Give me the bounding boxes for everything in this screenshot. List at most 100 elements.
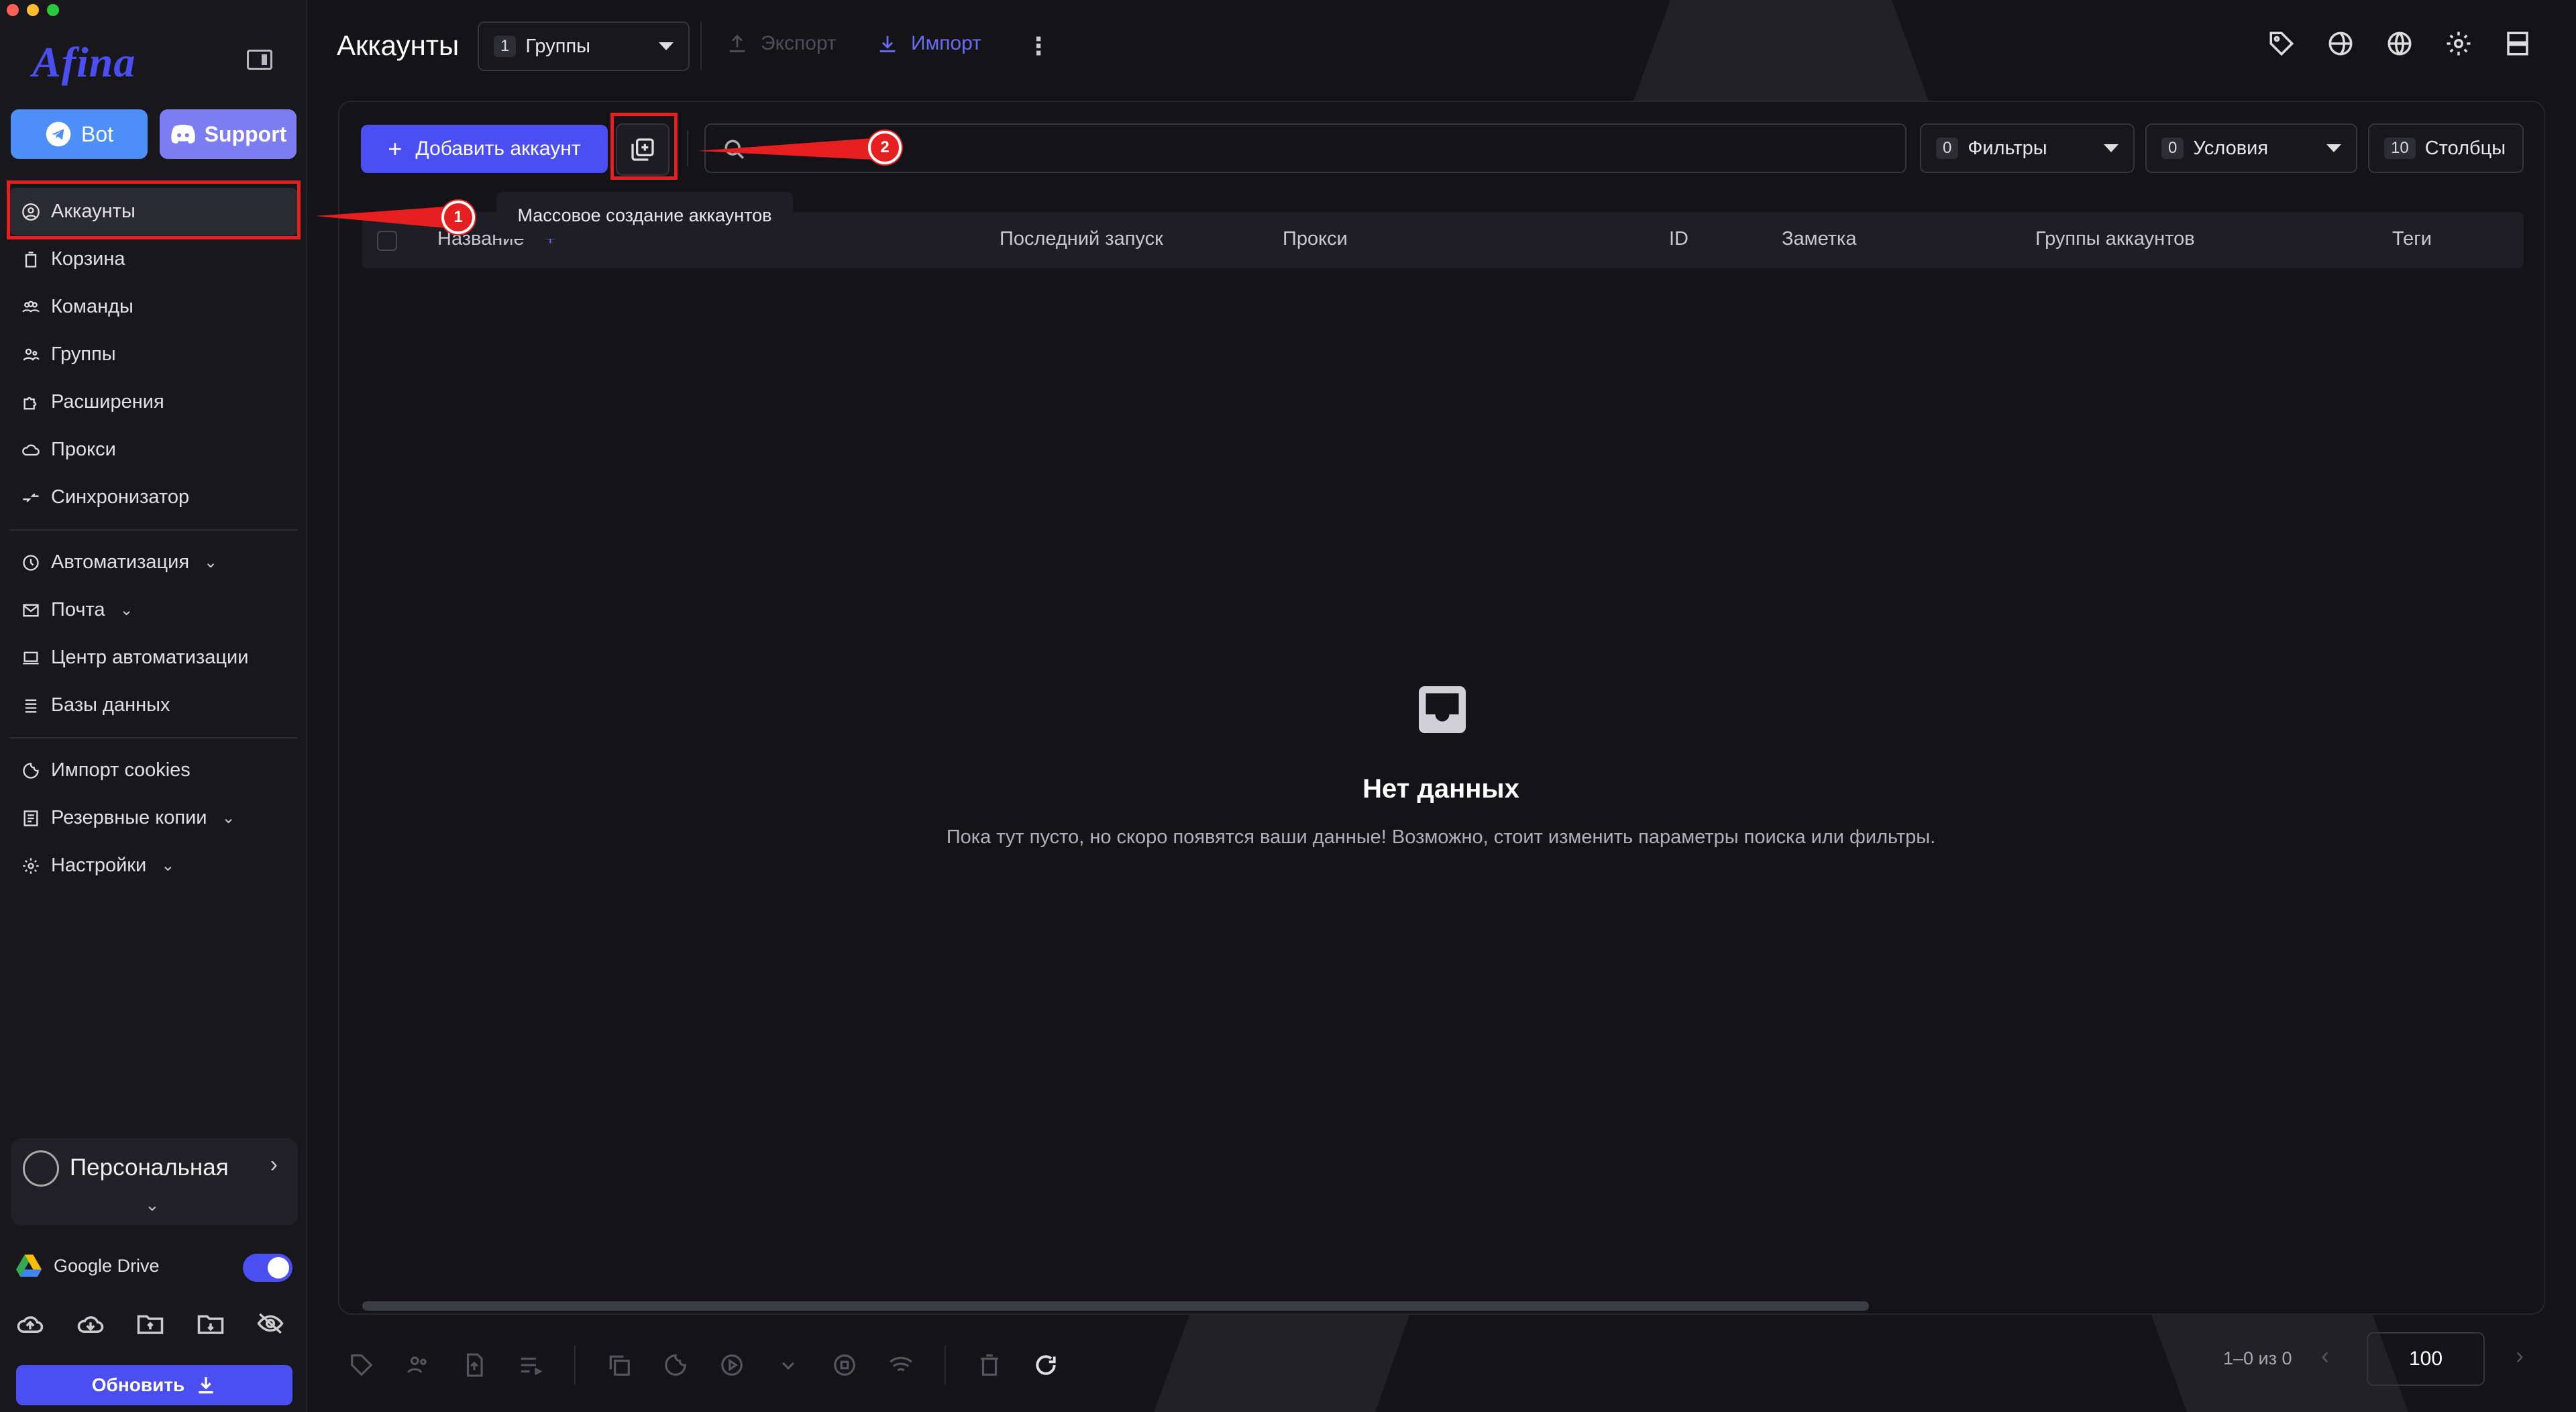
globe-settings-icon[interactable] (2326, 30, 2355, 58)
more-options-icon[interactable]: ⋮ (1026, 32, 1051, 60)
google-drive-row: Google Drive (16, 1254, 160, 1277)
stop-icon[interactable] (832, 1352, 857, 1378)
groups-label: Группы (525, 35, 590, 57)
sidebar-item-automation-center[interactable]: Центр автоматизации (9, 634, 298, 682)
horizontal-scrollbar[interactable] (362, 1301, 1869, 1311)
column-header-note[interactable]: Заметка (1782, 228, 1856, 250)
column-header-account-groups[interactable]: Группы аккаунтов (2035, 228, 2195, 250)
chevron-down-icon[interactable]: ⌄ (145, 1195, 160, 1215)
cloud-upload-icon[interactable] (16, 1311, 44, 1336)
filters-select[interactable]: 0 Фильтры (1920, 123, 2135, 173)
import-button[interactable]: Импорт (876, 32, 981, 55)
close-window-button[interactable] (7, 4, 19, 16)
tag-icon[interactable] (2267, 30, 2296, 58)
trash-icon[interactable] (977, 1352, 1002, 1378)
sidebar-item-mail[interactable]: Почта ⌄ (9, 586, 298, 634)
proxy-check-icon[interactable] (888, 1352, 914, 1378)
add-account-label: Добавить аккаунт (415, 138, 581, 160)
conditions-label: Условия (2193, 137, 2269, 159)
bot-button[interactable]: Bot (11, 109, 148, 159)
sidebar-item-label: Группы (51, 343, 116, 365)
conditions-select[interactable]: 0 Условия (2145, 123, 2357, 173)
backup-icon (23, 810, 38, 826)
sidebar-item-trash[interactable]: Корзина (9, 235, 298, 283)
header-actions (2267, 30, 2532, 58)
sidebar-item-label: Импорт cookies (51, 759, 191, 781)
sidebar-item-databases[interactable]: Базы данных (9, 682, 298, 729)
columns-button[interactable]: 10 Столбцы (2368, 123, 2524, 173)
cookie-icon (23, 762, 39, 779)
collapse-sidebar-icon[interactable] (247, 50, 272, 70)
chevron-right-icon[interactable]: › (270, 1152, 278, 1178)
eye-off-icon[interactable] (256, 1311, 284, 1336)
chevron-down-icon: ⌄ (204, 553, 218, 572)
chevron-down-icon[interactable] (775, 1352, 801, 1378)
sidebar-item-settings[interactable]: Настройки ⌄ (9, 842, 298, 889)
groups-select[interactable]: 1 Группы (478, 21, 690, 71)
trash-icon (25, 251, 37, 268)
puzzle-icon (23, 396, 37, 409)
workspace-name: Персональная (70, 1154, 229, 1181)
groups-count-badge: 1 (494, 36, 517, 57)
window-controls (7, 4, 59, 16)
sidebar-item-extensions[interactable]: Расширения (9, 378, 298, 426)
mass-create-tooltip: Массовое создание аккаунтов (496, 192, 793, 239)
sidebar-item-synchronizer[interactable]: Синхронизатор (9, 474, 298, 521)
telegram-icon (46, 121, 71, 147)
chevron-down-icon: ⌄ (221, 809, 235, 827)
refresh-icon[interactable] (1033, 1352, 1059, 1378)
app-logo: Afina (32, 38, 136, 86)
group-icon (23, 348, 40, 361)
sidebar-item-automation[interactable]: Автоматизация ⌄ (9, 539, 298, 586)
select-all-checkbox[interactable] (377, 231, 397, 251)
maximize-window-button[interactable] (47, 4, 59, 16)
folder-upload-icon[interactable] (136, 1311, 164, 1336)
chevron-left-icon[interactable]: ‹ (2321, 1342, 2329, 1370)
users-icon[interactable] (405, 1352, 431, 1378)
discord-icon (170, 124, 195, 144)
tag-icon[interactable] (349, 1352, 374, 1378)
gear-icon[interactable] (2445, 30, 2473, 58)
plus-icon: + (388, 135, 402, 162)
sidebar-item-teams[interactable]: Команды (9, 283, 298, 331)
sidebar-item-backups[interactable]: Резервные копии ⌄ (9, 794, 298, 842)
folder-download-icon[interactable] (197, 1311, 225, 1336)
layout-icon[interactable] (2504, 30, 2532, 58)
sidebar-divider (9, 529, 298, 531)
actions-divider (574, 1346, 576, 1384)
column-header-last-launch[interactable]: Последний запуск (1000, 228, 1163, 250)
bot-label: Bot (80, 121, 114, 146)
column-header-id[interactable]: ID (1669, 228, 1688, 250)
workspace-switcher[interactable]: Персональная › ⌄ (11, 1138, 298, 1226)
export-button[interactable]: Экспорт (726, 32, 837, 55)
header-divider (700, 21, 702, 70)
page-size-input[interactable]: 100 (2367, 1332, 2485, 1386)
sidebar-item-groups[interactable]: Группы (9, 331, 298, 378)
google-drive-icon (16, 1254, 42, 1277)
sidebar-item-proxies[interactable]: Прокси (9, 426, 298, 474)
add-account-button[interactable]: + Добавить аккаунт (361, 125, 608, 173)
play-icon[interactable] (719, 1352, 745, 1378)
update-button[interactable]: Обновить (16, 1365, 292, 1405)
chevron-right-icon[interactable]: › (2516, 1342, 2524, 1370)
copy-icon[interactable] (606, 1352, 632, 1378)
support-button[interactable]: Support (160, 109, 297, 159)
cloud-download-icon[interactable] (76, 1311, 105, 1336)
sidebar-item-label: Резервные копии (51, 807, 207, 828)
columns-label: Столбцы (2424, 137, 2506, 159)
minimize-window-button[interactable] (27, 4, 39, 16)
list-icon[interactable] (518, 1352, 543, 1378)
globe-icon[interactable] (2385, 30, 2414, 58)
sidebar-item-import-cookies[interactable]: Импорт cookies (9, 747, 298, 794)
file-export-icon[interactable] (462, 1352, 487, 1378)
caret-down-icon (2104, 144, 2118, 152)
sidebar-item-label: Синхронизатор (51, 486, 190, 508)
cookie-icon[interactable] (663, 1352, 688, 1378)
actions-divider (945, 1346, 946, 1384)
chevron-down-icon: ⌄ (119, 601, 133, 619)
sidebar-divider (9, 737, 298, 739)
column-header-tags[interactable]: Теги (2392, 228, 2432, 250)
column-header-proxy[interactable]: Прокси (1283, 228, 1348, 250)
cloud-icon (22, 444, 40, 455)
google-drive-toggle[interactable] (243, 1254, 292, 1282)
